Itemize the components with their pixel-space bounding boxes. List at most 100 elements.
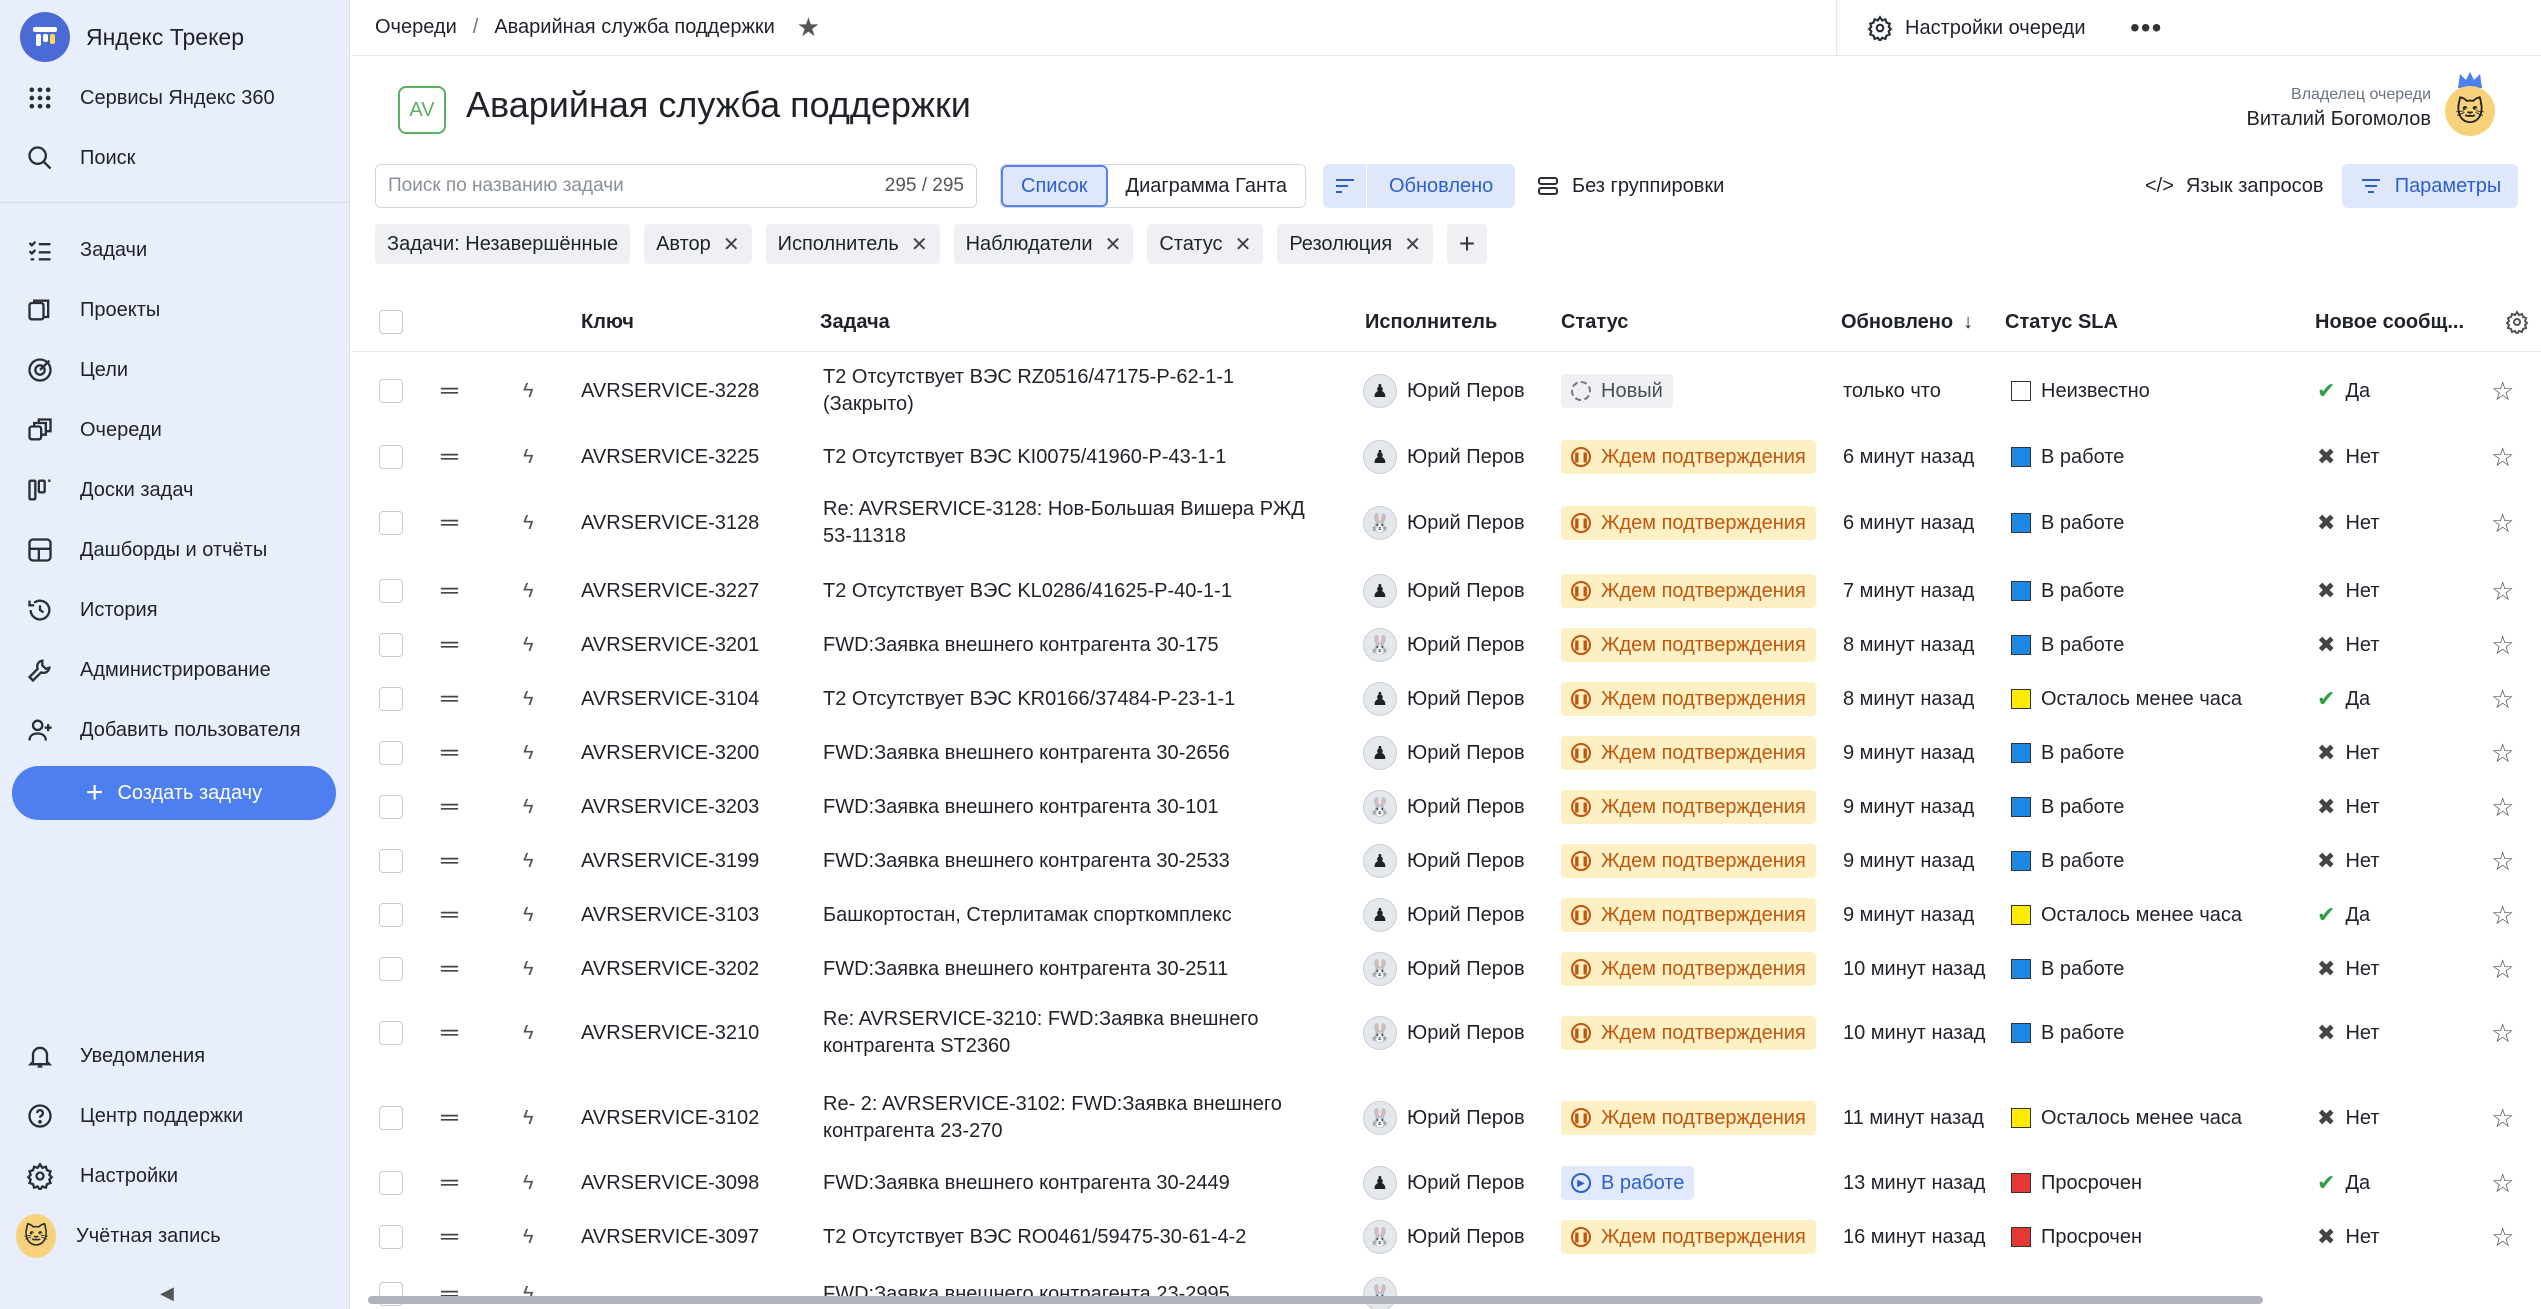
status-badge[interactable]: ❚❚ Ждем подтверждения <box>1561 844 1816 878</box>
sidebar-item-notifications[interactable]: Уведомления <box>0 1028 350 1084</box>
task-title[interactable]: Т2 Отсутствует ВЭС KR0166/37484-Р-23-1-1 <box>823 686 1235 713</box>
row-checkbox[interactable] <box>379 795 403 819</box>
sidebar-item-tasks[interactable]: Задачи <box>0 222 350 278</box>
drag-handle-icon[interactable]: ═ <box>441 847 458 875</box>
sidebar-item-projects[interactable]: Проекты <box>0 282 350 338</box>
column-updated[interactable]: Обновлено ↓ <box>1841 292 1973 352</box>
sidebar-item-add-user[interactable]: Добавить пользователя <box>0 702 350 758</box>
drag-handle-icon[interactable]: ═ <box>441 1169 458 1197</box>
issue-key[interactable]: AVRSERVICE-3098 <box>581 1172 759 1195</box>
table-row[interactable]: ═ ϟ AVRSERVICE-3201 FWD:Заявка внешнего кон… <box>351 618 2541 672</box>
star-icon[interactable]: ☆ <box>2491 1168 2514 1199</box>
tab-gantt[interactable]: Диаграмма Ганта <box>1108 165 1305 207</box>
row-checkbox[interactable] <box>379 633 403 657</box>
bolt-icon[interactable]: ϟ <box>523 446 534 469</box>
assignee-name[interactable]: Юрий Перов <box>1407 1172 1525 1195</box>
star-icon[interactable]: ☆ <box>2491 576 2514 607</box>
table-row[interactable]: ═ ϟ AVRSERVICE-3200 FWD:Заявка внешнего кон… <box>351 726 2541 780</box>
assignee-name[interactable]: Юрий Перов <box>1407 688 1525 711</box>
row-checkbox[interactable] <box>379 957 403 981</box>
assignee-name[interactable]: Юрий Перов <box>1407 634 1525 657</box>
task-title[interactable]: Т2 Отсутствует ВЭС RO0461/59475-30-61-4-… <box>823 1224 1246 1251</box>
status-badge[interactable]: ❚❚ Ждем подтверждения <box>1561 952 1816 986</box>
sidebar-item-admin[interactable]: Администрирование <box>0 642 350 698</box>
search-input[interactable]: Поиск по названию задачи 295 / 295 <box>375 164 977 208</box>
star-icon[interactable]: ☆ <box>2491 900 2514 931</box>
table-row[interactable]: ═ ϟ AVRSERVICE-3098 FWD:Заявка внешнего кон… <box>351 1156 2541 1210</box>
sidebar-logo-row[interactable]: Яндекс Трекер <box>0 9 350 65</box>
filter-chip[interactable]: Задачи: Незавершённые <box>375 224 631 264</box>
tab-list[interactable]: Список <box>1001 165 1108 207</box>
drag-handle-icon[interactable]: ═ <box>441 955 458 983</box>
star-icon[interactable]: ☆ <box>2491 738 2514 769</box>
status-badge[interactable]: ▶ В работе <box>1561 1166 1695 1200</box>
status-badge[interactable]: ❚❚ Ждем подтверждения <box>1561 736 1816 770</box>
task-title[interactable]: Т2 Отсутствует ВЭС KL0286/41625-Р-40-1-1 <box>823 578 1232 605</box>
drag-handle-icon[interactable]: ═ <box>441 631 458 659</box>
assignee-name[interactable]: Юрий Перов <box>1407 904 1525 927</box>
issue-key[interactable]: AVRSERVICE-3103 <box>581 904 759 927</box>
task-title[interactable]: Т2 Отсутствует ВЭС RZ0516/47175-Р-62-1-1… <box>823 364 1234 418</box>
issue-key[interactable]: AVRSERVICE-3102 <box>581 1107 759 1130</box>
table-row[interactable]: ═ ϟ AVRSERVICE-3210 Re: AVRSERVICE-3210: FW… <box>351 996 2541 1070</box>
bolt-icon[interactable]: ϟ <box>523 1107 534 1130</box>
create-task-button[interactable]: + Создать задачу <box>12 766 336 820</box>
issue-key[interactable]: AVRSERVICE-3228 <box>581 380 759 403</box>
issue-key[interactable]: AVRSERVICE-3225 <box>581 446 759 469</box>
issue-key[interactable]: AVRSERVICE-3104 <box>581 688 759 711</box>
sidebar-item-goals[interactable]: Цели <box>0 342 350 398</box>
table-row[interactable]: ═ ϟ AVRSERVICE-3128 Re: AVRSERVICE-3128: Но… <box>351 486 2541 560</box>
bolt-icon[interactable]: ϟ <box>523 850 534 873</box>
sidebar-item-search[interactable]: Поиск <box>0 130 350 186</box>
bolt-icon[interactable]: ϟ <box>523 380 534 403</box>
issue-key[interactable]: AVRSERVICE-3227 <box>581 580 759 603</box>
task-title[interactable]: Башкортостан, Стерлитамак спорткомплекс <box>823 902 1232 929</box>
star-icon[interactable]: ☆ <box>2491 376 2514 407</box>
row-checkbox[interactable] <box>379 741 403 765</box>
task-title[interactable]: FWD:Заявка внешнего контрагента 30-175 <box>823 632 1219 659</box>
add-filter-button[interactable]: + <box>1447 224 1487 264</box>
row-checkbox[interactable] <box>379 687 403 711</box>
drag-handle-icon[interactable]: ═ <box>441 1019 458 1047</box>
bolt-icon[interactable]: ϟ <box>523 796 534 819</box>
assignee-name[interactable]: Юрий Перов <box>1407 958 1525 981</box>
bolt-icon[interactable]: ϟ <box>523 1226 534 1249</box>
status-badge[interactable]: ❚❚ Ждем подтверждения <box>1561 440 1816 474</box>
row-checkbox[interactable] <box>379 849 403 873</box>
issue-key[interactable]: AVRSERVICE-3203 <box>581 796 759 819</box>
assignee-name[interactable]: Юрий Перов <box>1407 580 1525 603</box>
task-title[interactable]: Re: AVRSERVICE-3128: Нов-Большая Вишера … <box>823 496 1305 550</box>
task-title[interactable]: FWD:Заявка внешнего контрагента 30-2511 <box>823 956 1228 983</box>
owner-avatar[interactable]: 🐱 <box>2445 86 2495 136</box>
assignee-name[interactable]: Юрий Перов <box>1407 1107 1525 1130</box>
close-icon[interactable]: ✕ <box>911 232 928 257</box>
task-title[interactable]: Re- 2: AVRSERVICE-3102: FWD:Заявка внешн… <box>823 1091 1282 1145</box>
status-badge[interactable]: ❚❚ Ждем подтверждения <box>1561 790 1816 824</box>
breadcrumb-root[interactable]: Очереди <box>375 16 457 39</box>
issue-key[interactable]: AVRSERVICE-3097 <box>581 1226 759 1249</box>
table-row[interactable]: ═ ϟ AVRSERVICE-3097 Т2 Отсутствует ВЭС RO04… <box>351 1210 2541 1264</box>
issue-key[interactable]: AVRSERVICE-3200 <box>581 742 759 765</box>
sidebar-item-settings[interactable]: Настройки <box>0 1148 350 1204</box>
drag-handle-icon[interactable]: ═ <box>441 1223 458 1251</box>
drag-handle-icon[interactable]: ═ <box>441 509 458 537</box>
star-icon[interactable]: ☆ <box>2491 846 2514 877</box>
column-status[interactable]: Статус <box>1561 292 1628 352</box>
bolt-icon[interactable]: ϟ <box>523 742 534 765</box>
star-icon[interactable]: ☆ <box>2491 684 2514 715</box>
select-all-checkbox[interactable] <box>379 310 403 334</box>
row-checkbox[interactable] <box>379 511 403 535</box>
issue-key[interactable]: AVRSERVICE-3199 <box>581 850 759 873</box>
close-icon[interactable]: ✕ <box>1404 232 1421 257</box>
drag-handle-icon[interactable]: ═ <box>441 1104 458 1132</box>
drag-handle-icon[interactable]: ═ <box>441 685 458 713</box>
assignee-name[interactable]: Юрий Перов <box>1407 1226 1525 1249</box>
assignee-name[interactable]: Юрий Перов <box>1407 850 1525 873</box>
column-new-message[interactable]: Новое сообщ... <box>2315 292 2464 352</box>
bolt-icon[interactable]: ϟ <box>523 512 534 535</box>
row-checkbox[interactable] <box>379 579 403 603</box>
sidebar-item-support[interactable]: Центр поддержки <box>0 1088 350 1144</box>
column-sla[interactable]: Статус SLA <box>2005 292 2118 352</box>
row-checkbox[interactable] <box>379 1106 403 1130</box>
sidebar-item-account[interactable]: 🐱 Учётная запись <box>0 1208 350 1264</box>
